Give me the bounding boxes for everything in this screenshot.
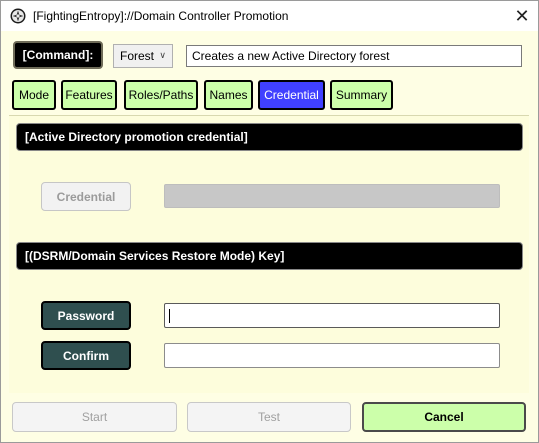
text-caret (169, 309, 170, 323)
close-icon: ✕ (514, 5, 530, 26)
title-bar[interactable]: [FightingEntropy]://Domain Controller Pr… (1, 1, 538, 31)
dsrm-section-header: [(DSRM/Domain Services Restore Mode) Key… (16, 242, 523, 270)
fightingentropy-logo-icon (10, 8, 26, 24)
confirm-field[interactable] (164, 343, 500, 368)
tab-credential[interactable]: Credential (258, 80, 325, 110)
tab-names[interactable]: Names (204, 80, 253, 110)
command-selected-value: Forest (120, 49, 155, 63)
command-description-field[interactable]: Creates a new Active Directory forest (186, 45, 522, 67)
domain-controller-promotion-window: [FightingEntropy]://Domain Controller Pr… (0, 0, 539, 443)
main-content: [Command]: Forest ∨ Creates a new Active… (1, 31, 538, 442)
command-select[interactable]: Forest ∨ (113, 44, 173, 68)
tab-summary[interactable]: Summary (330, 80, 393, 110)
credential-button[interactable]: Credential (41, 182, 131, 211)
tab-mode[interactable]: Mode (12, 80, 56, 110)
tab-features[interactable]: Features (61, 80, 117, 110)
window-title: [FightingEntropy]://Domain Controller Pr… (33, 9, 289, 23)
password-button[interactable]: Password (41, 301, 131, 330)
tab-roles-paths[interactable]: Roles/Paths (124, 80, 198, 110)
credential-section-header: [Active Directory promotion credential] (16, 123, 523, 151)
cancel-button[interactable]: Cancel (362, 402, 526, 432)
start-button[interactable]: Start (12, 402, 177, 432)
command-label: [Command]: (13, 41, 103, 69)
close-button[interactable]: ✕ (507, 3, 537, 29)
credential-panel: [Active Directory promotion credential] … (9, 115, 529, 393)
confirm-button[interactable]: Confirm (41, 341, 131, 370)
password-field[interactable] (164, 303, 500, 328)
chevron-down-icon: ∨ (159, 50, 166, 60)
credential-field[interactable] (164, 184, 500, 208)
test-button[interactable]: Test (187, 402, 351, 432)
